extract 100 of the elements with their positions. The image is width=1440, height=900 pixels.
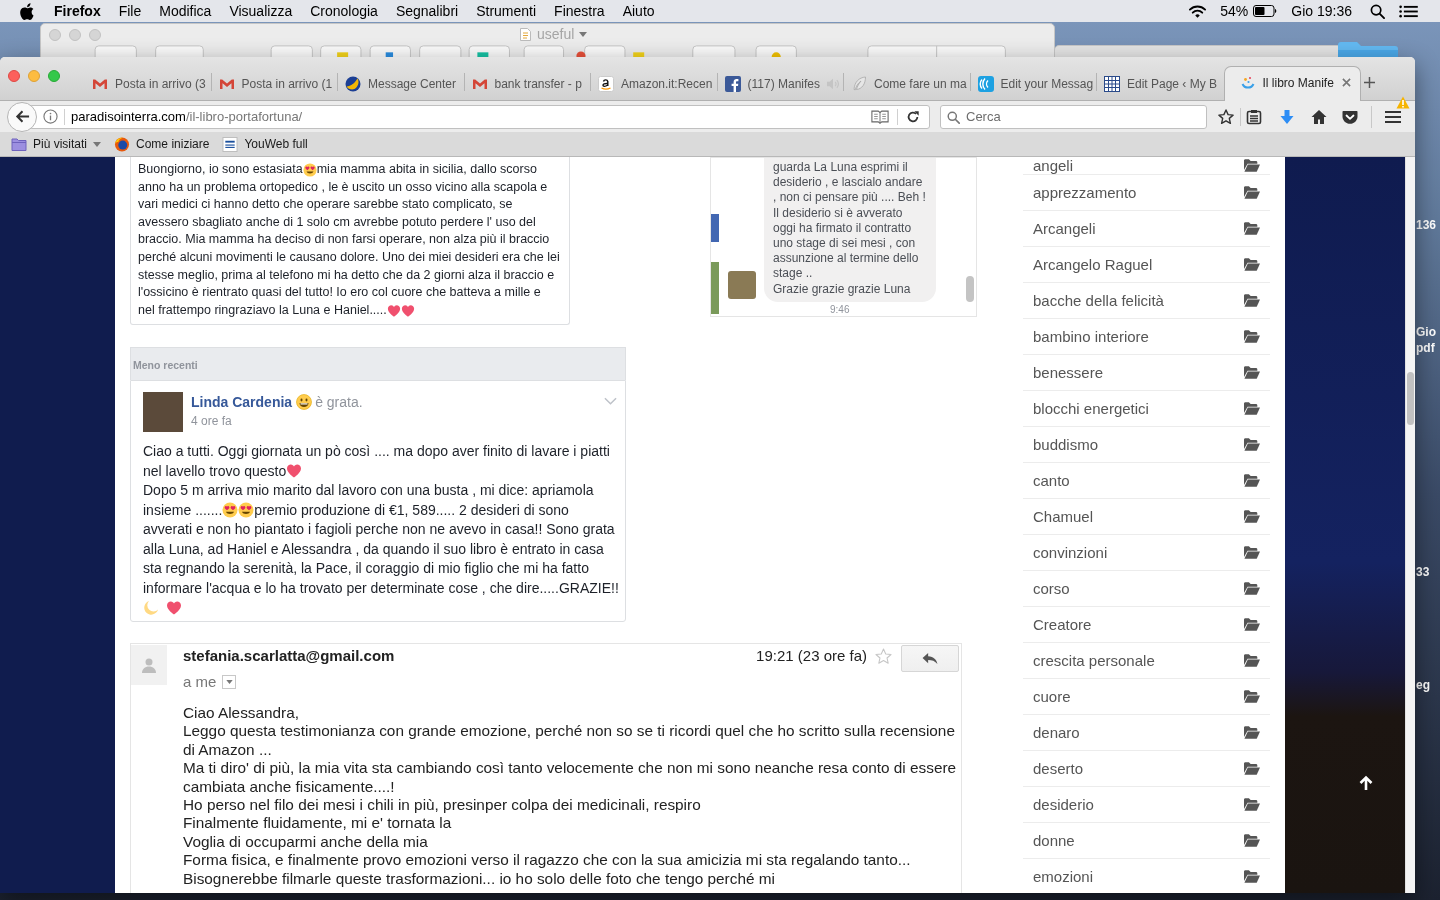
category-link[interactable]: benessere xyxy=(1023,355,1270,391)
folder-open-icon xyxy=(1244,546,1260,559)
category-link[interactable]: Arcangelo Raguel xyxy=(1023,247,1270,283)
post-text: nel frattempo ringraziavo la Luna e Haniel..... xyxy=(138,301,387,319)
search-icon[interactable] xyxy=(1370,3,1385,19)
scrollbar[interactable] xyxy=(1405,157,1415,893)
tab[interactable]: bank transfer - p xyxy=(464,70,591,100)
section-heading: Meno recenti xyxy=(133,358,198,374)
pocket-icon[interactable] xyxy=(1342,108,1358,125)
desktop-icon-label: eg xyxy=(1416,678,1430,693)
tab[interactable]: Come fare un ma xyxy=(844,70,971,100)
menu-item[interactable]: Modifica xyxy=(159,0,212,22)
scrollbar-thumb[interactable] xyxy=(1407,372,1414,425)
bookmark-item[interactable]: YouWeb full xyxy=(222,135,308,153)
caret-icon xyxy=(579,32,588,37)
folder-open-icon xyxy=(1244,798,1260,811)
tab[interactable]: Posta in arrivo (3 xyxy=(85,70,212,100)
category-link[interactable]: emozioni xyxy=(1023,859,1270,893)
menu-item[interactable]: File xyxy=(118,0,142,22)
info-icon[interactable] xyxy=(43,109,58,124)
details-dropdown-button[interactable] xyxy=(222,675,237,689)
tab[interactable]: (117) Manifes xyxy=(717,70,844,100)
post-text: Dopo 5 m arriva mio marito dal lavoro con una busta , mi dice: apriamola xyxy=(143,481,595,500)
category-link[interactable]: denaro xyxy=(1023,715,1270,751)
category-link[interactable]: buddismo xyxy=(1023,427,1270,463)
category-link[interactable]: bambino interiore xyxy=(1023,319,1270,355)
apple-icon[interactable] xyxy=(20,2,34,20)
clipboard-icon[interactable] xyxy=(1246,108,1262,125)
battery-percent: 54% xyxy=(1220,1,1249,21)
category-link[interactable]: convinzioni xyxy=(1023,535,1270,571)
tab[interactable]: Edit your Messag xyxy=(970,70,1097,100)
tab[interactable]: Edit Page ‹ My B xyxy=(1097,70,1224,100)
folder-open-icon xyxy=(1244,186,1260,199)
tab[interactable]: Message Center xyxy=(338,70,465,100)
folder-open-icon xyxy=(1244,510,1260,523)
address-field[interactable]: paradisointerra.com/il-libro-portafortuna/ xyxy=(31,104,930,129)
category-link[interactable]: Creatore xyxy=(1023,607,1270,643)
tab[interactable]: Il libro Manife xyxy=(1223,66,1361,101)
post-text: avverati e non ho piantato i fagioli perche non ne avevo in casa!! Sono grata alla Luna, ad Haniel e Alessandra , da quando il suo libro è entrato in casa sta regnando la serenità, la Pace, il coraggio di mio figlio che mi ha fatto informare l'acqua e lo ha trovato per determinate cose , che dire.....GRAZIE!! xyxy=(143,520,619,598)
search-field[interactable]: Cerca xyxy=(940,104,1207,129)
warning-icon xyxy=(1396,95,1410,109)
window-title: useful xyxy=(537,25,575,44)
list-icon[interactable] xyxy=(1399,4,1418,18)
clock[interactable]: Gio 19:36 xyxy=(1291,0,1352,22)
folder-open-icon xyxy=(1244,294,1260,307)
close-button[interactable] xyxy=(8,70,20,82)
menu-icon[interactable] xyxy=(1384,108,1402,125)
menu-item[interactable]: Cronologia xyxy=(310,0,378,22)
category-link[interactable]: apprezzamento xyxy=(1023,175,1270,211)
bookmark-item[interactable]: Più visitati xyxy=(11,135,102,153)
menu-item[interactable]: Aiuto xyxy=(622,0,655,22)
message-bubble: guarda La Luna esprimi il desiderio , e lascialo andare , non ci pensare più .... Beh ! Il desiderio si è avverato oggi ha firmato il contratto uno stage di sei mesi , con assunzione al termine dello stage .. Grazie grazie grazie Luna xyxy=(764,158,936,302)
reload-icon[interactable] xyxy=(906,109,920,124)
f-logo-icon xyxy=(724,75,741,92)
menu-item[interactable]: Strumenti xyxy=(476,0,537,22)
category-link[interactable]: corso xyxy=(1023,571,1270,607)
category-link[interactable]: bacche della felicità xyxy=(1023,283,1270,319)
book-icon[interactable] xyxy=(871,109,889,124)
heart-icon xyxy=(386,303,401,318)
menu-item[interactable]: Segnalibri xyxy=(395,0,459,22)
feather-icon xyxy=(851,75,867,92)
folder-open-icon xyxy=(1244,726,1260,739)
caret-icon xyxy=(225,680,233,684)
category-link[interactable]: Arcangeli xyxy=(1023,211,1270,247)
category-link[interactable]: Chamuel xyxy=(1023,499,1270,535)
sender-address: stefania.scarlatta@gmail.com xyxy=(183,647,395,665)
folder-open-icon xyxy=(1244,762,1260,775)
home-icon[interactable] xyxy=(1311,108,1327,125)
plus-icon[interactable] xyxy=(1363,77,1375,88)
app-menu[interactable]: Firefox xyxy=(54,0,101,22)
tab[interactable]: Amazon.it:Recen xyxy=(591,70,718,100)
author-link[interactable]: Linda Cardenia xyxy=(191,393,293,411)
heart-eyes-face-icon xyxy=(302,162,317,177)
folder-open-icon xyxy=(1244,654,1260,667)
menu-item[interactable]: Finestra xyxy=(554,0,605,22)
category-link[interactable]: angeli xyxy=(1023,157,1270,175)
heart-icon xyxy=(400,303,415,318)
globe-swoosh-icon xyxy=(345,75,361,92)
category-link[interactable]: desiderio xyxy=(1023,787,1270,823)
bookmark-item[interactable]: Come iniziare xyxy=(114,135,210,153)
caret-icon xyxy=(93,141,102,147)
folder-open-icon xyxy=(1244,366,1260,379)
download-icon[interactable] xyxy=(1279,108,1295,125)
back-button[interactable] xyxy=(7,101,37,132)
star-icon[interactable] xyxy=(1218,108,1234,125)
category-link[interactable]: blocchi energetici xyxy=(1023,391,1270,427)
desktop-icon-label: pdf xyxy=(1416,341,1435,356)
menu-item[interactable]: Visualizza xyxy=(229,0,293,22)
wifi-icon[interactable] xyxy=(1188,3,1208,19)
battery-icon[interactable] xyxy=(1253,5,1278,17)
close-icon[interactable] xyxy=(1341,78,1351,87)
arrow-up-icon[interactable] xyxy=(1359,775,1373,791)
category-link[interactable]: deserto xyxy=(1023,751,1270,787)
category-link[interactable]: donne xyxy=(1023,823,1270,859)
category-link[interactable]: canto xyxy=(1023,463,1270,499)
tab[interactable]: Posta in arrivo (1 xyxy=(211,70,338,100)
reply-button[interactable] xyxy=(901,645,959,672)
category-link[interactable]: crescita personale xyxy=(1023,643,1270,679)
category-link[interactable]: cuore xyxy=(1023,679,1270,715)
post-text: mia mamma abita in sicilia, dallo scorso xyxy=(316,161,537,178)
